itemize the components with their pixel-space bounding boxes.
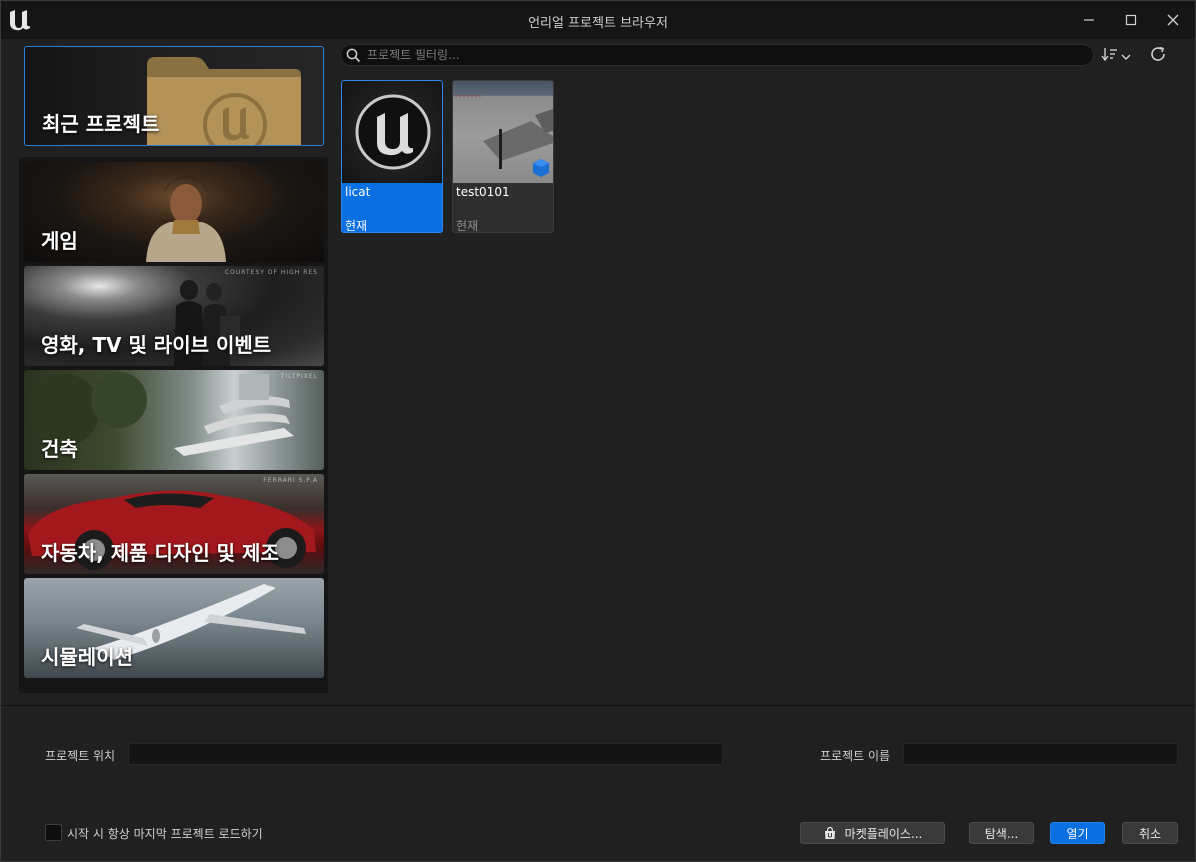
cancel-button[interactable]: 취소: [1122, 822, 1178, 844]
project-name-label: 프로젝트 이름: [820, 749, 891, 763]
maximize-icon: [1125, 14, 1137, 26]
startup-checkbox[interactable]: [45, 824, 62, 841]
divider: [1, 705, 1195, 706]
category-architecture[interactable]: TILTPIXEL 건축: [24, 370, 324, 470]
close-button[interactable]: [1153, 5, 1193, 35]
image-credit: TILTPIXEL: [280, 373, 318, 380]
category-label: 자동차, 제품 디자인 및 제조: [41, 541, 279, 565]
minimize-button[interactable]: [1069, 5, 1109, 35]
category-automotive-product-design[interactable]: FERRARI S.P.A 자동차, 제품 디자인 및 제조: [24, 474, 324, 574]
level-preview: [455, 95, 553, 177]
category-label: 시뮬레이션: [41, 645, 133, 669]
project-status: 현재: [345, 219, 368, 233]
marketplace-button[interactable]: 마켓플레이스...: [800, 822, 945, 844]
category-simulation[interactable]: 시뮬레이션: [24, 578, 324, 678]
project-thumbnail: [342, 81, 442, 183]
refresh-icon: [1149, 46, 1167, 67]
project-status: 현재: [456, 219, 479, 233]
image-credit: COURTESY OF HIGH RES: [224, 269, 318, 276]
startup-checkbox-label: 시작 시 항상 마지막 프로젝트 로드하기: [67, 827, 263, 841]
project-location-field[interactable]: [128, 743, 723, 765]
project-location-label: 프로젝트 위치: [45, 749, 116, 763]
project-browser-window: 언리얼 프로젝트 브라우저 최근 프로젝트 게임 COURTESY OF HIG…: [0, 0, 1196, 862]
project-tile[interactable]: test0101 현재: [452, 80, 554, 233]
category-label: 최근 프로젝트: [42, 112, 160, 136]
category-panel: 게임 COURTESY OF HIGH RES 영화, TV 및 라이브 이벤트: [19, 157, 328, 693]
refresh-button[interactable]: [1149, 45, 1169, 65]
image-credit: FERRARI S.P.A: [263, 477, 318, 484]
browse-button[interactable]: 탐색...: [969, 822, 1034, 844]
project-search: [340, 44, 1094, 66]
folder-icon: [143, 55, 303, 145]
sort-button[interactable]: [1101, 45, 1135, 65]
category-games[interactable]: 게임: [24, 162, 324, 262]
window-title: 언리얼 프로젝트 브라우저: [528, 16, 668, 31]
unreal-logo-icon: [355, 94, 431, 170]
project-name-field[interactable]: [903, 743, 1178, 765]
project-thumbnail: [453, 81, 553, 183]
chevron-down-icon: [1121, 46, 1131, 65]
minimize-icon: [1083, 14, 1095, 26]
sort-icon: [1101, 46, 1119, 65]
project-name: licat: [345, 185, 371, 199]
search-input[interactable]: [367, 46, 1067, 64]
maximize-button[interactable]: [1111, 5, 1151, 35]
category-label: 건축: [41, 437, 78, 461]
title-bar: 언리얼 프로젝트 브라우저: [1, 1, 1195, 39]
shopping-bag-icon: [823, 826, 837, 840]
marketplace-button-label: 마켓플레이스...: [844, 826, 923, 841]
category-recent-projects[interactable]: 최근 프로젝트: [24, 46, 324, 146]
open-button[interactable]: 열기: [1050, 822, 1105, 844]
search-icon: [346, 48, 361, 67]
category-label: 영화, TV 및 라이브 이벤트: [41, 333, 272, 357]
project-name: test0101: [456, 185, 510, 199]
project-tile[interactable]: licat 현재: [341, 80, 443, 233]
close-icon: [1167, 14, 1179, 26]
category-label: 게임: [41, 229, 78, 253]
category-film-tv-live[interactable]: COURTESY OF HIGH RES 영화, TV 및 라이브 이벤트: [24, 266, 324, 366]
